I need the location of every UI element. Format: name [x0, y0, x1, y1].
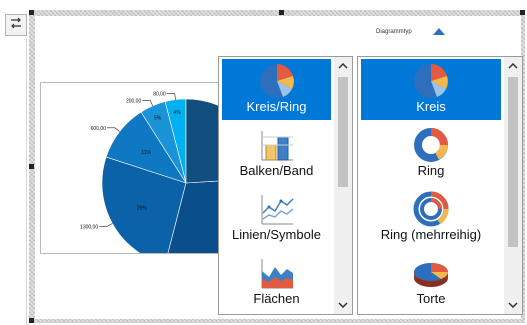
chart-category-list[interactable]: Kreis/Ring Balken/Band Linien/Symbole Fläch…	[218, 56, 353, 315]
chevron-down-icon	[508, 302, 518, 308]
pie-chart-icon	[411, 61, 451, 101]
swap-arrows-icon	[9, 16, 23, 35]
resize-handle-bottom-left[interactable]	[29, 318, 34, 323]
diagram-type-label: Diagrammtyp	[376, 29, 412, 35]
list-item-label: Flächen	[253, 291, 300, 306]
chevron-down-icon	[338, 302, 348, 308]
area-chart-icon	[257, 253, 297, 293]
list-item[interactable]: Flächen	[222, 251, 331, 312]
bar-chart-icon	[257, 125, 297, 165]
pie-percent-label: 26%	[137, 205, 148, 211]
list-item[interactable]: Torte	[361, 251, 501, 312]
list-item-label: Torte	[416, 291, 446, 306]
list-item[interactable]: Ring	[361, 123, 501, 184]
triangle-up-icon[interactable]	[433, 28, 445, 35]
chevron-up-icon	[338, 63, 348, 69]
subtype-scrollbar[interactable]	[504, 57, 522, 314]
pie-value-label: 600,00	[91, 126, 107, 132]
ring-chart-icon	[411, 125, 451, 165]
category-scrollbar[interactable]	[334, 57, 352, 314]
chart-subtype-list[interactable]: Kreis Ring Ring (mehrreihig) Torte	[357, 56, 523, 315]
list-item[interactable]: Kreis	[361, 59, 501, 120]
list-item[interactable]: Kreis/Ring	[222, 59, 331, 120]
pie-chart: 4% 5% 11% 26% 80,00 200,00 600,00 1300,00	[80, 92, 219, 253]
pie-slice	[185, 98, 219, 184]
chart-preview[interactable]: 4% 5% 11% 26% 80,00 200,00 600,00 1300,00	[40, 82, 220, 254]
3d-pie-chart-icon	[411, 253, 451, 293]
left-strip	[5, 38, 27, 325]
multi-ring-chart-icon	[411, 189, 451, 229]
pie-ring-chart-icon	[257, 61, 297, 101]
scroll-down-button[interactable]	[334, 297, 352, 313]
pie-leader-line	[99, 223, 113, 227]
list-item[interactable]: Ring (mehrreihig)	[361, 187, 501, 248]
pie-value-label: 200,00	[126, 98, 142, 104]
resize-handle-top-left[interactable]	[29, 10, 34, 15]
list-item-label: Linien/Symbole	[232, 227, 321, 242]
pie-value-label: 1300,00	[80, 224, 98, 230]
line-chart-icon	[257, 189, 297, 229]
resize-handle-top[interactable]	[279, 10, 284, 15]
pie-leader-line	[166, 93, 176, 100]
pie-leader-line	[106, 127, 120, 132]
resize-handle-left[interactable]	[29, 164, 34, 169]
list-item[interactable]: Balken/Band	[222, 123, 331, 184]
scroll-up-button[interactable]	[334, 58, 352, 74]
list-item-label: Ring	[417, 163, 445, 178]
list-item[interactable]: Linien/Symbole	[222, 187, 331, 248]
scrollbar-thumb[interactable]	[338, 77, 348, 187]
pie-leader-line	[142, 100, 153, 107]
chevron-up-icon	[508, 63, 518, 69]
scroll-down-button[interactable]	[504, 297, 522, 313]
list-item-label: Kreis/Ring	[246, 99, 307, 114]
list-item-label: Balken/Band	[239, 163, 314, 178]
pie-percent-label: 5%	[154, 115, 162, 121]
pie-percent-label: 11%	[141, 150, 151, 156]
scrollbar-thumb[interactable]	[508, 77, 518, 247]
scroll-up-button[interactable]	[504, 58, 522, 74]
list-item-label: Kreis	[416, 99, 446, 114]
resize-handle-top-right[interactable]	[520, 10, 525, 15]
list-item-label: Ring (mehrreihig)	[380, 227, 482, 242]
pie-percent-label: 4%	[173, 110, 181, 116]
pie-value-label: 80,00	[153, 92, 166, 98]
swap-button[interactable]	[5, 14, 27, 36]
